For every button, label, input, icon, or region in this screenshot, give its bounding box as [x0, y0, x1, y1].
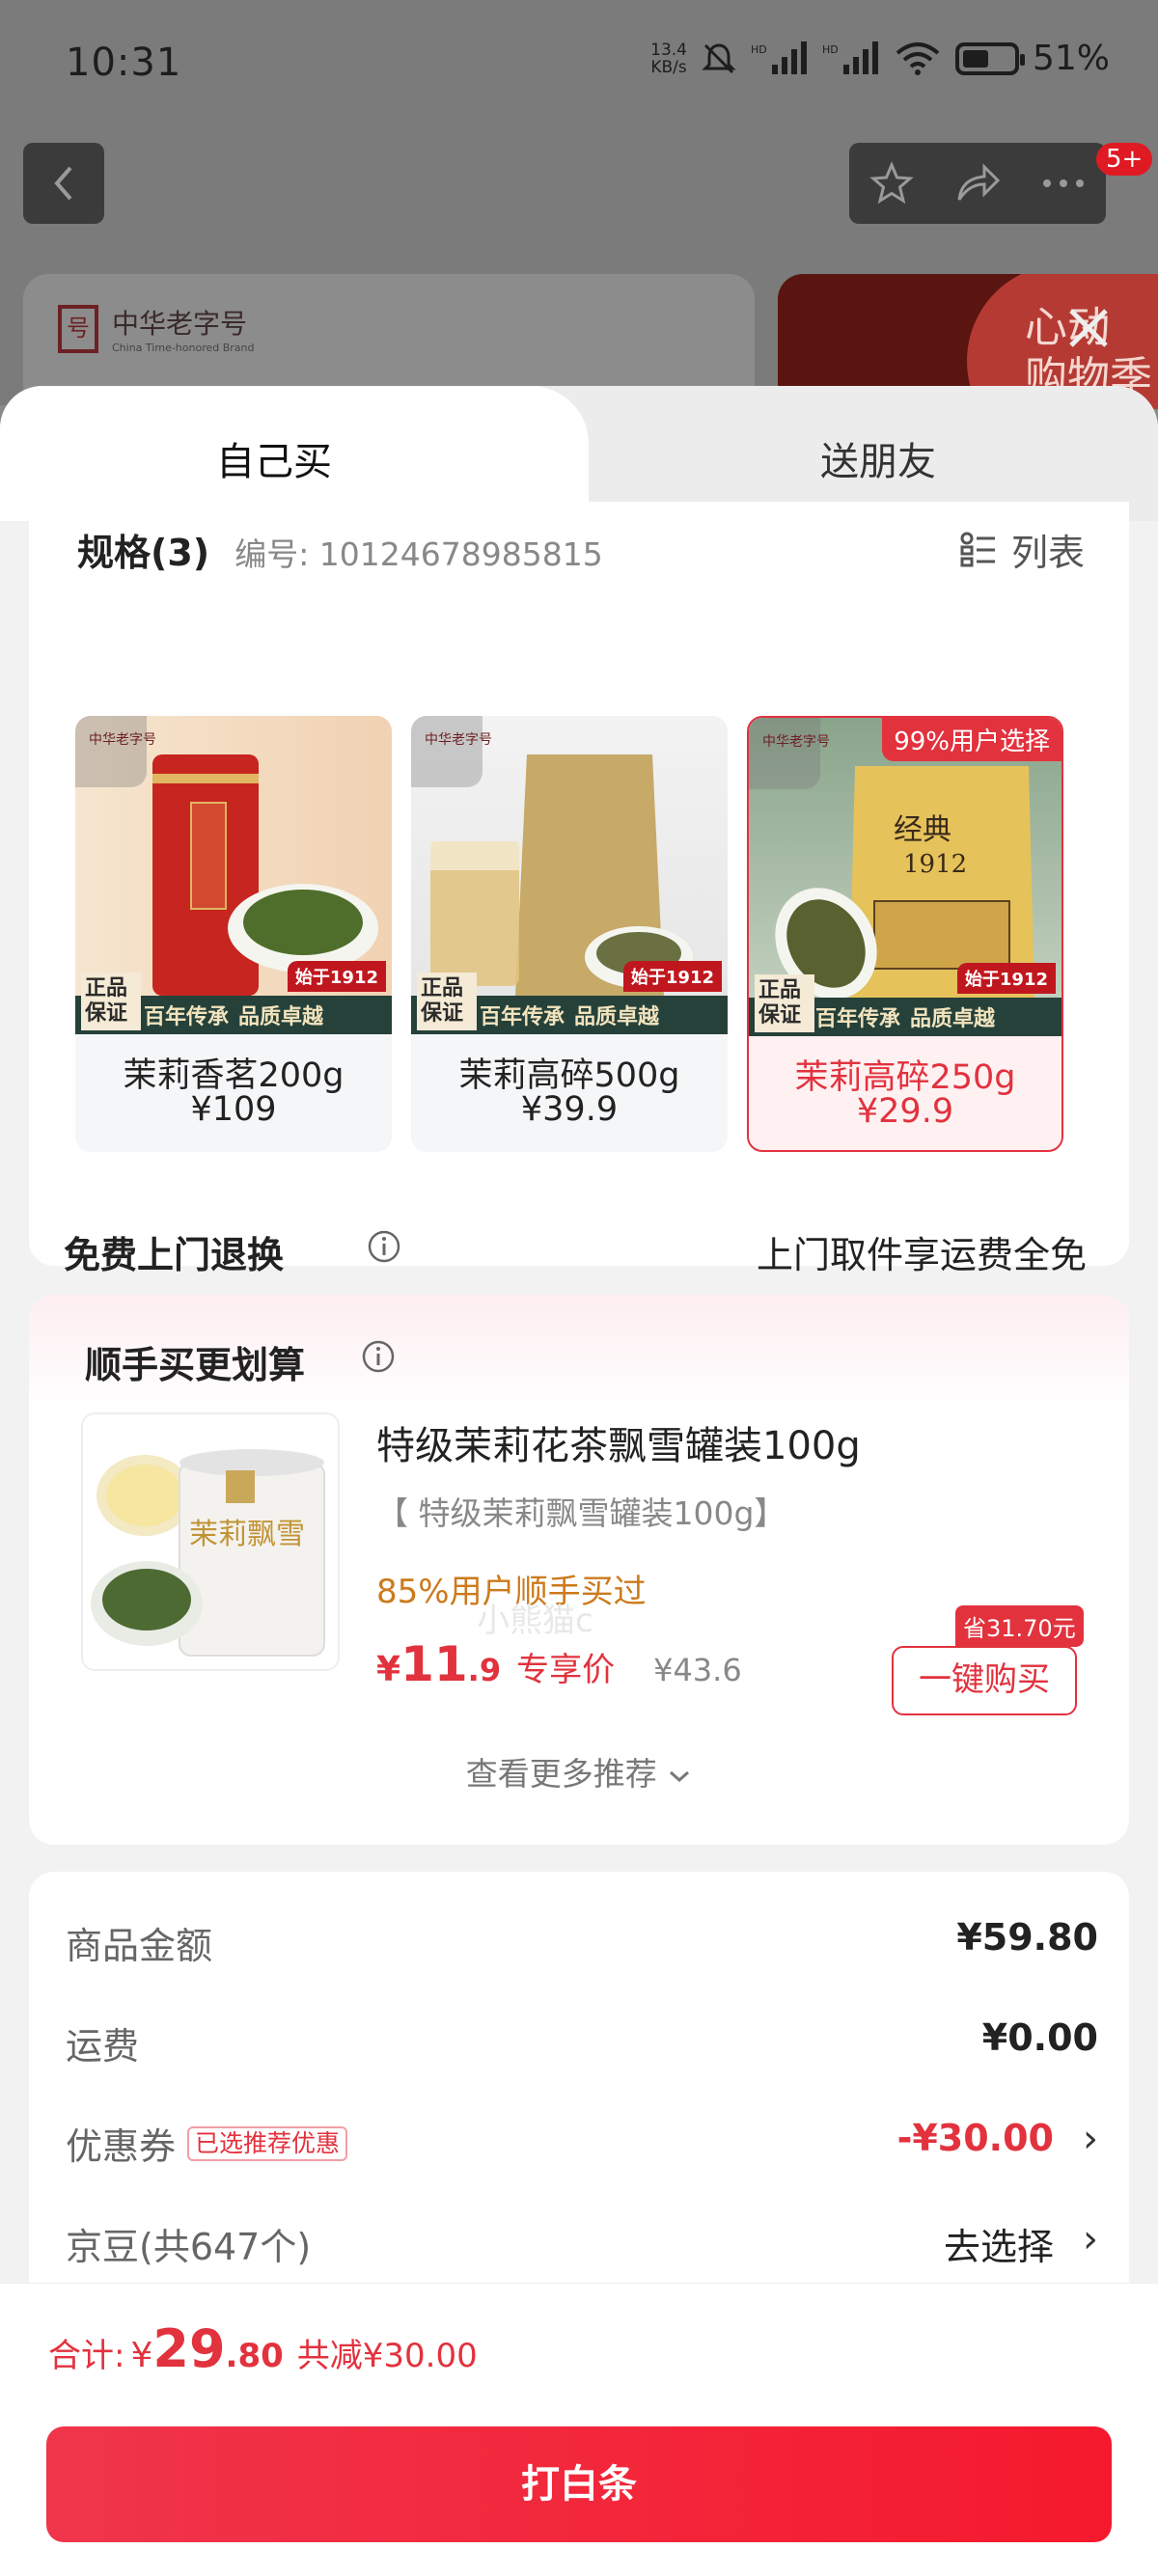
- total-price: 合计: ¥ 29 .80 共减¥30.00: [48, 2318, 478, 2379]
- summary-row-jingdou[interactable]: 京豆(共647个) 去选择 ›: [66, 2217, 1098, 2275]
- star-icon[interactable]: [868, 161, 914, 206]
- original-price: ¥43.6: [653, 1652, 742, 1688]
- sku-price: ¥109: [190, 1090, 277, 1129]
- popular-choice-badge: 99%用户选择: [882, 718, 1062, 761]
- nav-actions: [849, 143, 1106, 224]
- info-icon[interactable]: [367, 1229, 401, 1264]
- network-speed: 13.4 KB/s: [650, 40, 687, 77]
- status-time: 10:31: [66, 41, 182, 85]
- guarantee-badge: 正品保证: [755, 974, 814, 1032]
- spec-header: 规格(3) 编号: 10124678985815: [77, 523, 603, 576]
- sku-corner: [411, 716, 482, 787]
- brand-logo: 号 中华老字号 China Time-honored Brand: [58, 303, 255, 354]
- list-view-toggle[interactable]: 列表: [959, 523, 1085, 576]
- seal-icon: 号: [58, 304, 98, 353]
- pay-baitiao-button[interactable]: 打白条: [46, 2426, 1112, 2542]
- more-recommendations[interactable]: 查看更多推荐: [29, 1748, 1129, 1795]
- guarantee-badge: 正品保证: [417, 973, 477, 1030]
- list-label: 列表: [1010, 532, 1085, 574]
- notification-badge: 5+: [1096, 143, 1153, 176]
- sku-option-3-selected[interactable]: 经典 1912 中华老字号 始于1912 百年传承 品质卓越 正品保证 99%用户…: [747, 716, 1063, 1152]
- purchase-sheet: 自己买 送朋友 规格(3) 编号: 10124678985815 列表 中华老字…: [0, 386, 1158, 2576]
- package-year: 1912: [903, 850, 967, 879]
- status-icons: 13.4 KB/s HD HD 51%: [650, 39, 1110, 78]
- save-badge: 省31.70元: [955, 1605, 1084, 1647]
- since-tag: 始于1912: [956, 963, 1056, 994]
- share-icon[interactable]: [953, 161, 1002, 206]
- chevron-right-icon: ›: [1083, 2217, 1098, 2261]
- since-tag: 始于1912: [287, 961, 386, 992]
- background-page: 10:31 13.4 KB/s HD HD 51% 5+ 号 中华老字号 Chi…: [0, 0, 1158, 409]
- sku-option-1[interactable]: 中华老字号 始于1912 百年传承 品质卓越 正品保证 茉莉香茗200g ¥109: [75, 716, 392, 1152]
- sku-image: 中华老字号 始于1912 百年传承 品质卓越 正品保证: [411, 716, 728, 1034]
- coupon-tag: 已选推荐优惠: [187, 2125, 348, 2161]
- checkout-bar: 合计: ¥ 29 .80 共减¥30.00 打白条: [0, 2283, 1158, 2576]
- bundle-product-name[interactable]: 特级茉莉花茶飘雪罐装100g: [376, 1414, 861, 1470]
- exclusive-price-tag: 专享价: [516, 1651, 616, 1689]
- since-tag: 始于1912: [622, 961, 722, 992]
- package-title: 经典: [894, 813, 951, 847]
- tab-gift-friend[interactable]: 送朋友: [820, 430, 936, 486]
- summary-row-coupon[interactable]: 优惠券 已选推荐优惠 -¥30.00 ›: [66, 2117, 1098, 2175]
- battery-percent: 51%: [1032, 39, 1110, 78]
- total-discount: 共减¥30.00: [296, 2337, 478, 2375]
- purchase-tabs: 自己买 送朋友: [0, 386, 1158, 521]
- free-return-line1: 上门取件享运费全免: [756, 1234, 1087, 1276]
- product-code: 编号: 10124678985815: [234, 535, 603, 573]
- brand-name: 中华老字号: [112, 308, 248, 340]
- wifi-icon: [896, 41, 940, 75]
- sku-logo: 中华老字号: [425, 732, 492, 748]
- summary-row-goods: 商品金额 ¥59.80: [66, 1916, 1098, 1967]
- free-return-title: 免费上门退换: [64, 1234, 285, 1276]
- sku-image: 经典 1912 中华老字号 始于1912 百年传承 品质卓越 正品保证: [749, 718, 1062, 1036]
- sku-price: ¥39.9: [520, 1090, 619, 1129]
- sku-corner: [75, 716, 147, 787]
- more-icon[interactable]: [1041, 178, 1086, 189]
- sku-logo: 中华老字号: [762, 734, 830, 750]
- one-click-buy-button[interactable]: 一键购买: [892, 1646, 1077, 1715]
- sku-image: 中华老字号 始于1912 百年传承 品质卓越 正品保证: [75, 716, 392, 1034]
- summary-row-shipping: 运费 ¥0.00: [66, 2016, 1098, 2068]
- bundle-card: 顺手买更划算 茉莉飘雪 特级茉莉花茶飘雪罐装100g 【 特级茉莉飘雪罐装100…: [29, 1295, 1129, 1845]
- spec-title: 规格(3): [77, 532, 210, 574]
- battery-level: [962, 49, 988, 68]
- watermark: 小熊猫c: [477, 1602, 593, 1640]
- price-summary-card: 商品金额 ¥59.80 运费 ¥0.00 优惠券 已选推荐优惠 -¥30.00 …: [29, 1872, 1129, 2354]
- bundle-product-image[interactable]: 茉莉飘雪: [81, 1412, 340, 1671]
- sku-corner: [749, 718, 820, 789]
- back-button[interactable]: [23, 143, 104, 224]
- signal-hd-icon-2: HD: [822, 41, 878, 74]
- battery-icon: [954, 41, 1025, 75]
- can-label: 茉莉飘雪: [189, 1518, 305, 1551]
- close-icon[interactable]: [1060, 299, 1117, 357]
- tab-self-buy-label[interactable]: 自己买: [216, 430, 332, 486]
- brand-name-en: China Time-honored Brand: [112, 342, 255, 354]
- guarantee-badge: 正品保证: [81, 973, 141, 1030]
- mute-bell-icon: [702, 42, 736, 73]
- sku-option-2[interactable]: 中华老字号 始于1912 百年传承 品质卓越 正品保证 茉莉高碎500g ¥39.…: [411, 716, 728, 1152]
- bundle-title: 顺手买更划算: [85, 1344, 306, 1386]
- chevron-left-icon: [54, 166, 72, 201]
- signal-hd-icon: HD: [751, 41, 807, 74]
- spec-card: 规格(3) 编号: 10124678985815 列表 中华老字号 始于1912…: [29, 502, 1129, 1336]
- svg-text:HD: HD: [751, 43, 767, 56]
- list-icon: [960, 532, 995, 566]
- sku-logo: 中华老字号: [89, 732, 156, 748]
- status-bar: 10:31 13.4 KB/s HD HD 51%: [0, 0, 1158, 125]
- info-icon[interactable]: [361, 1339, 396, 1374]
- chevron-down-icon: [670, 1770, 690, 1783]
- bundle-price: ¥ 11 .9 专享价 ¥43.6: [376, 1636, 742, 1692]
- bundle-product-spec: 【 特级茉莉飘雪罐装100g】: [376, 1494, 786, 1532]
- sku-price: ¥29.9: [856, 1092, 954, 1131]
- svg-text:HD: HD: [822, 43, 839, 56]
- tea-can-image: 茉莉飘雪: [91, 1449, 325, 1657]
- chevron-right-icon: ›: [1083, 2117, 1098, 2161]
